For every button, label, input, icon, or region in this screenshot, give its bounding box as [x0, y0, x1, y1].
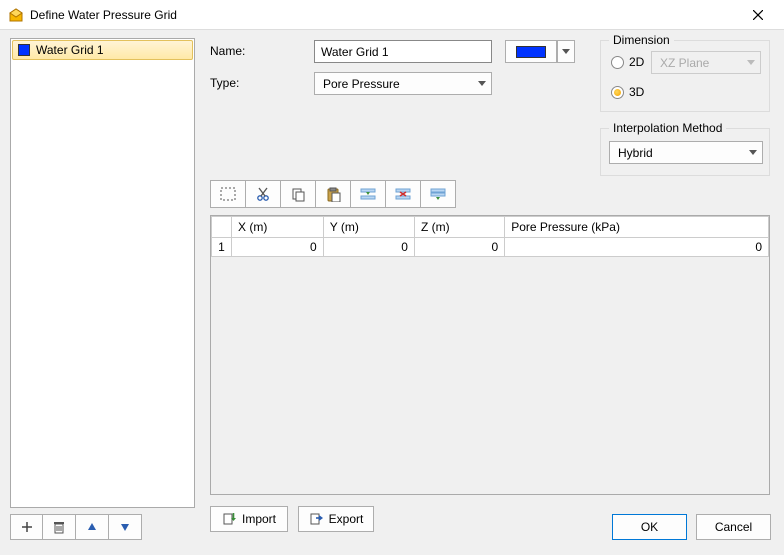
name-label: Name:: [210, 44, 245, 58]
ok-label: OK: [641, 520, 658, 534]
insert-row-button[interactable]: [350, 180, 386, 208]
col-pp-header[interactable]: Pore Pressure (kPa): [505, 217, 769, 238]
import-label: Import: [242, 512, 276, 526]
dimension-group: Dimension 2D XZ Plane 3D: [600, 40, 770, 112]
chevron-down-icon: [744, 142, 762, 163]
col-z-header[interactable]: Z (m): [414, 217, 504, 238]
select-all-button[interactable]: [210, 180, 246, 208]
color-button[interactable]: [505, 40, 557, 63]
import-icon: [222, 512, 236, 526]
color-dropdown-button[interactable]: [557, 40, 575, 63]
radio-icon: [611, 56, 624, 69]
export-label: Export: [329, 512, 364, 526]
cell-x[interactable]: 0: [232, 238, 324, 257]
cut-button[interactable]: [245, 180, 281, 208]
ok-button[interactable]: OK: [612, 514, 687, 540]
radio-2d[interactable]: 2D: [611, 53, 644, 71]
grid-list[interactable]: Water Grid 1: [10, 38, 195, 508]
radio-3d[interactable]: 3D: [611, 83, 644, 101]
radio-3d-label: 3D: [629, 85, 644, 99]
export-icon: [309, 512, 323, 526]
interpolation-combo[interactable]: Hybrid: [609, 141, 763, 164]
window-title: Define Water Pressure Grid: [30, 8, 738, 22]
move-up-button[interactable]: [76, 514, 109, 540]
col-y-header[interactable]: Y (m): [323, 217, 414, 238]
radio-2d-label: 2D: [629, 55, 644, 69]
app-icon: [8, 7, 24, 23]
delete-row-button[interactable]: [385, 180, 421, 208]
import-button[interactable]: Import: [210, 506, 288, 532]
col-x-header[interactable]: X (m): [232, 217, 324, 238]
append-row-button[interactable]: [420, 180, 456, 208]
cell-pp[interactable]: 0: [505, 238, 769, 257]
cancel-label: Cancel: [715, 520, 752, 534]
radio-icon: [611, 86, 624, 99]
list-item-label: Water Grid 1: [36, 43, 104, 57]
interpolation-group: Interpolation Method Hybrid: [600, 128, 770, 176]
plane-combo: XZ Plane: [651, 51, 761, 74]
type-label: Type:: [210, 76, 239, 90]
row-number: 1: [212, 238, 232, 257]
dialog-body: Water Grid 1 Name: Type: Pore Pressure D…: [0, 30, 784, 555]
table-header-row: X (m) Y (m) Z (m) Pore Pressure (kPa): [212, 217, 769, 238]
type-combo[interactable]: Pore Pressure: [314, 72, 492, 95]
close-button[interactable]: [738, 1, 778, 29]
cancel-button[interactable]: Cancel: [696, 514, 771, 540]
color-swatch-icon: [18, 44, 30, 56]
grid-toolbar: [210, 180, 456, 208]
add-button[interactable]: [10, 514, 43, 540]
chevron-down-icon: [473, 73, 491, 94]
chevron-down-icon: [742, 52, 760, 73]
interpolation-combo-value: Hybrid: [610, 146, 744, 160]
move-down-button[interactable]: [109, 514, 142, 540]
color-swatch-icon: [516, 46, 546, 58]
title-bar: Define Water Pressure Grid: [0, 0, 784, 30]
name-input[interactable]: [314, 40, 492, 63]
data-grid[interactable]: X (m) Y (m) Z (m) Pore Pressure (kPa) 1 …: [210, 215, 770, 495]
interpolation-legend: Interpolation Method: [609, 121, 726, 135]
dimension-legend: Dimension: [609, 33, 674, 47]
table-row[interactable]: 1 0 0 0 0: [212, 238, 769, 257]
type-combo-value: Pore Pressure: [315, 77, 473, 91]
cell-z[interactable]: 0: [414, 238, 504, 257]
plane-combo-value: XZ Plane: [652, 56, 742, 70]
rownum-header: [212, 217, 232, 238]
delete-button[interactable]: [43, 514, 76, 540]
paste-button[interactable]: [315, 180, 351, 208]
list-toolbar: [10, 514, 142, 540]
copy-button[interactable]: [280, 180, 316, 208]
cell-y[interactable]: 0: [323, 238, 414, 257]
export-button[interactable]: Export: [298, 506, 374, 532]
list-item[interactable]: Water Grid 1: [12, 40, 193, 60]
